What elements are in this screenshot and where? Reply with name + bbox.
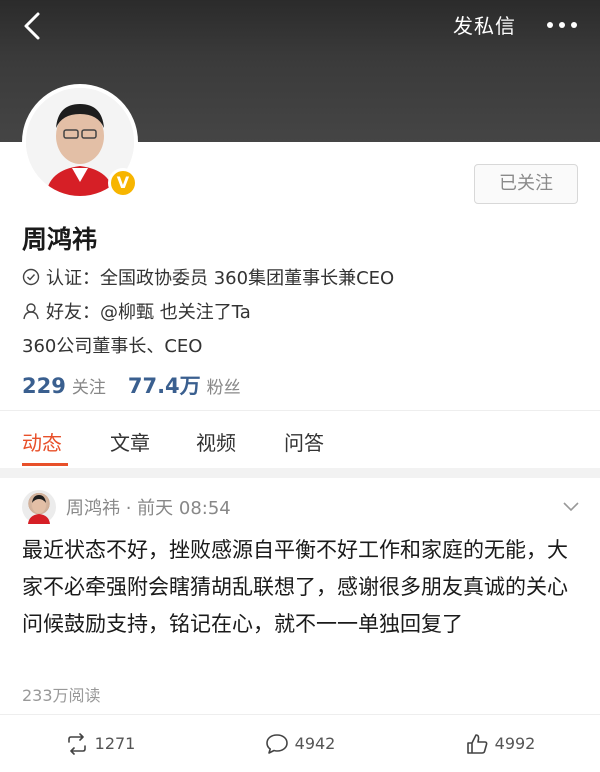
followers-count[interactable]: 77.4万	[128, 370, 201, 400]
tab-qa[interactable]: 问答	[284, 427, 324, 456]
certification-row: 认证： 全国政协委员 360集团董事长兼CEO	[22, 264, 394, 290]
followers-label[interactable]: 粉丝	[207, 373, 241, 398]
profile-card: V 已关注 周鸿祎 认证： 全国政协委员 360集团董事长兼CEO 好友： @柳…	[0, 84, 600, 410]
profile-stats: 229 关注 77.4万 粉丝	[22, 370, 241, 400]
repost-icon	[67, 732, 86, 755]
following-count[interactable]: 229	[22, 374, 66, 398]
tab-posts[interactable]: 动态	[22, 427, 62, 456]
comment-icon	[265, 733, 288, 754]
post-avatar[interactable]	[22, 490, 56, 524]
profile-description: 360公司董事长、CEO	[22, 336, 203, 357]
verified-icon: V	[108, 168, 138, 198]
repost-button[interactable]: 1271	[0, 715, 200, 772]
post-menu-icon[interactable]	[562, 498, 580, 512]
cert-label: 认证：	[46, 268, 100, 289]
like-button[interactable]: 4992	[400, 715, 600, 772]
like-icon	[466, 733, 488, 754]
comment-button[interactable]: 4942	[200, 715, 400, 772]
followed-button[interactable]: 已关注	[474, 164, 578, 204]
repost-count: 1271	[94, 734, 136, 753]
friend-icon	[23, 303, 39, 320]
friend-text[interactable]: @柳甄 也关注了Ta	[100, 298, 251, 324]
comment-count: 4942	[294, 734, 336, 753]
back-icon[interactable]	[16, 8, 52, 44]
like-count: 4992	[494, 734, 536, 753]
more-icon[interactable]	[544, 10, 580, 40]
tab-videos[interactable]: 视频	[196, 427, 236, 456]
send-message-button[interactable]: 发私信	[453, 10, 516, 39]
friend-row: 好友： @柳甄 也关注了Ta	[22, 298, 251, 324]
post-actions: 1271 4942 4992	[0, 714, 600, 772]
read-count: 233万阅读	[22, 686, 101, 705]
post-body: 最近状态不好，挫败感源自平衡不好工作和家庭的无能，大家不必牵强附会瞎猜胡乱联想了…	[22, 538, 568, 636]
tab-articles[interactable]: 文章	[110, 427, 150, 456]
certified-icon	[22, 268, 40, 286]
post-card: 周鸿祎 · 前天 08:54 最近状态不好，挫败感源自平衡不好工作和家庭的无能，…	[0, 478, 600, 772]
content-tabs: 动态 文章 视频 问答	[0, 410, 600, 468]
following-label[interactable]: 关注	[72, 373, 106, 398]
friend-label: 好友：	[46, 302, 100, 323]
post-meta: 周鸿祎 · 前天 08:54	[66, 498, 231, 519]
active-tab-indicator	[22, 463, 68, 466]
cert-text: 全国政协委员 360集团董事长兼CEO	[100, 268, 395, 289]
profile-name: 周鸿祎	[22, 225, 98, 254]
